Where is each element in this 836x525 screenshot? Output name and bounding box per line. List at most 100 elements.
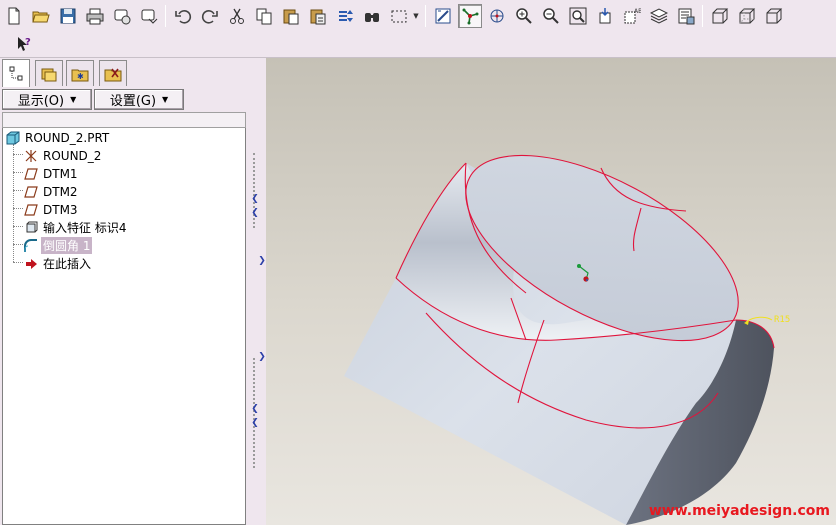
collapse-left-icon[interactable]: ❮: [251, 418, 259, 428]
collapse-left-icon[interactable]: ❮: [251, 194, 259, 204]
datum-plane-icon: [23, 184, 39, 200]
print-button[interactable]: [83, 4, 107, 28]
part-icon: [5, 130, 21, 146]
tree-item-insert-here[interactable]: 在此插入: [23, 255, 93, 272]
navigator-menu-bar: 显示(O) ▼ 设置(G) ▼: [0, 88, 248, 112]
panel-splitter[interactable]: ❮ ❮ ❯ ❯ ❮ ❮: [248, 58, 266, 525]
favorites-icon: ✱: [71, 69, 89, 81]
navigator-panel: ✱ 显示(O) ▼ 设置(G) ▼ ROUND_2.PRT ROUND_2 DTM1: [0, 58, 248, 525]
hidden-line-icon: [739, 8, 755, 24]
spin-center-button[interactable]: [457, 4, 482, 28]
collapse-left-icon[interactable]: ❮: [251, 404, 259, 414]
tab-connections[interactable]: [99, 60, 127, 86]
select-box-button[interactable]: [387, 4, 411, 28]
regenerate-icon: [338, 10, 353, 22]
no-hidden-button[interactable]: [762, 4, 786, 28]
wireframe-button[interactable]: [708, 4, 732, 28]
layers-button[interactable]: [647, 4, 671, 28]
orient-mode-button[interactable]: [485, 4, 509, 28]
save-button[interactable]: [56, 4, 80, 28]
refit-icon: [569, 7, 586, 25]
new-file-button[interactable]: [2, 4, 26, 28]
toolbar-row-2: ?: [0, 30, 38, 58]
select-box-icon: [391, 10, 406, 23]
repaint-button[interactable]: [431, 4, 455, 28]
select-box-dropdown[interactable]: ▼: [412, 4, 420, 28]
tree-item-label: 输入特征 标识4: [43, 221, 127, 235]
tree-item-label: 在此插入: [43, 257, 92, 271]
open-button[interactable]: [29, 4, 53, 28]
redo-button[interactable]: [198, 4, 222, 28]
show-menu-button[interactable]: 显示(O) ▼: [2, 89, 92, 110]
tab-favorites[interactable]: ✱: [66, 60, 94, 86]
view-manager-button[interactable]: [674, 4, 698, 28]
reorient-button[interactable]: [593, 4, 617, 28]
orient-mode-icon: [490, 9, 503, 23]
email-attach-button[interactable]: [137, 4, 161, 28]
settings-menu-button[interactable]: 设置(G) ▼: [94, 89, 184, 110]
zoom-in-button[interactable]: [512, 4, 536, 28]
chevron-down-icon: ▼: [413, 12, 419, 20]
toolbar-separator: [702, 5, 703, 27]
regenerate-button[interactable]: [333, 4, 357, 28]
tree-connector: [13, 262, 23, 263]
model-tree: ROUND_2.PRT ROUND_2 DTM1 DTM2 DTM3 输入特征 …: [2, 128, 246, 525]
tree-item-label: DTM1: [43, 166, 78, 181]
repaint-icon: [435, 8, 450, 24]
expand-right-icon[interactable]: ❯: [258, 256, 266, 266]
graphics-window[interactable]: R15 www.meiyadesign.com: [266, 58, 836, 525]
toolbar-separator: [425, 5, 426, 27]
tree-item-dtm2[interactable]: DTM2: [23, 183, 80, 200]
context-help-button[interactable]: ?: [12, 32, 36, 56]
tree-item-csys[interactable]: ROUND_2: [23, 147, 103, 164]
undo-icon: [174, 10, 191, 24]
saved-views-button[interactable]: AB: [620, 4, 644, 28]
tree-item-dtm3[interactable]: DTM3: [23, 201, 80, 218]
datum-plane-icon: [23, 166, 39, 182]
tree-item-label: ROUND_2: [43, 148, 102, 163]
tree-item-dtm1[interactable]: DTM1: [23, 165, 80, 182]
refit-button[interactable]: [566, 4, 590, 28]
svg-text:AB: AB: [634, 8, 641, 15]
find-button[interactable]: [360, 4, 384, 28]
part-model[interactable]: R15: [266, 58, 836, 525]
expand-right-icon[interactable]: ❯: [258, 352, 266, 362]
tree-connector: [13, 144, 14, 254]
watermark-text: www.meiyadesign.com: [648, 503, 830, 519]
find-icon: [364, 13, 379, 22]
save-icon: [60, 8, 75, 24]
hidden-line-button[interactable]: [735, 4, 759, 28]
collapse-left-icon[interactable]: ❮: [251, 208, 259, 218]
copy-button[interactable]: [252, 4, 276, 28]
model-tree-icon: [9, 66, 23, 80]
tree-connector: [13, 226, 23, 227]
settings-menu-label: 设置(G): [109, 94, 157, 109]
paste-button[interactable]: [279, 4, 303, 28]
context-help-icon: ?: [18, 37, 31, 51]
new-file-icon: [8, 7, 19, 25]
tree-item-label: 倒圆角 1: [41, 237, 93, 254]
tab-model-tree[interactable]: [2, 59, 30, 87]
email-button[interactable]: [110, 4, 134, 28]
cut-button[interactable]: [225, 4, 249, 28]
chevron-down-icon: ▼: [162, 95, 169, 104]
tree-connector: [13, 154, 23, 155]
tree-connector: [13, 172, 23, 173]
paste-special-icon: [310, 9, 325, 25]
paste-special-button[interactable]: [306, 4, 330, 28]
spin-center-icon: [462, 8, 478, 25]
zoom-out-icon: [542, 8, 559, 24]
saved-views-icon: AB: [624, 8, 641, 24]
tree-item-import-feature[interactable]: 输入特征 标识4: [23, 219, 128, 236]
tree-root-part[interactable]: ROUND_2.PRT: [5, 129, 111, 146]
tree-header-bar[interactable]: [2, 112, 246, 128]
round-icon: [23, 238, 39, 254]
paste-icon: [283, 9, 298, 25]
connections-icon: [104, 68, 122, 81]
undo-button[interactable]: [171, 4, 195, 28]
zoom-out-button[interactable]: [539, 4, 563, 28]
import-feature-icon: [23, 220, 39, 236]
reorient-icon: [599, 8, 610, 24]
tab-folder-browser[interactable]: [35, 60, 63, 86]
tree-item-round[interactable]: 倒圆角 1: [23, 237, 93, 254]
